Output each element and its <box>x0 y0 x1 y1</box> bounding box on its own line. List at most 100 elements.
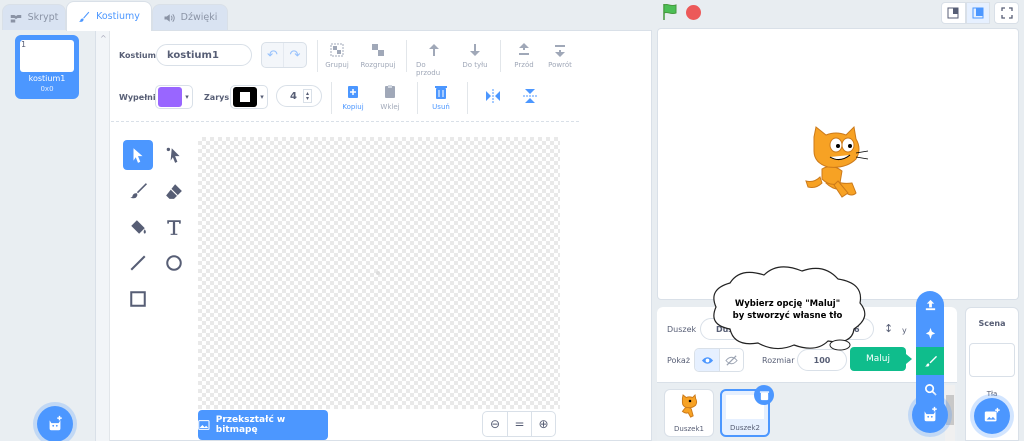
surprise-sprite-button[interactable] <box>916 319 944 347</box>
outline-width-input[interactable]: 4 ▴ ▾ <box>276 85 322 107</box>
convert-to-bitmap-label: Przekształć w bitmapę <box>215 415 286 435</box>
paste-button[interactable]: Wklej <box>377 84 403 111</box>
back-label: Powrót <box>548 61 572 69</box>
costume-item[interactable]: 1 kostium1 0x0 <box>15 35 79 99</box>
stage-thumbnail <box>969 343 1015 377</box>
reshape-icon <box>166 147 180 163</box>
brush-icon <box>924 355 937 367</box>
back-icon <box>555 45 565 57</box>
zoom-reset-button[interactable]: = <box>507 412 531 436</box>
undo-icon[interactable]: ↶ <box>262 43 284 67</box>
zoom-controls: ⊖ = ⊕ <box>482 411 556 437</box>
circle-tool[interactable] <box>159 248 189 278</box>
ungroup-button[interactable]: Rozgrupuj <box>360 42 396 69</box>
delete-button[interactable]: Usuń <box>428 84 454 111</box>
front-button[interactable]: Przód <box>511 42 537 69</box>
fill-label: Wypełnij <box>119 93 159 102</box>
stage-title: Scena <box>978 319 1006 328</box>
sprite-name-label: Duszek <box>667 325 697 334</box>
tab-code[interactable]: Skrypt <box>2 4 66 30</box>
flip-horizontal-button[interactable] <box>483 88 503 104</box>
eraser-tool[interactable] <box>159 176 189 206</box>
size-label: Rozmiar <box>762 356 795 365</box>
rectangle-tool[interactable] <box>123 284 153 314</box>
forward-icon <box>429 44 439 56</box>
convert-to-bitmap-button[interactable]: Przekształć w bitmapę <box>198 410 328 440</box>
reshape-tool[interactable] <box>159 140 189 170</box>
brush-tool[interactable] <box>123 176 153 206</box>
costume-number: 1 <box>21 40 27 49</box>
backward-button[interactable]: Do tyłu <box>460 42 490 69</box>
divider <box>406 40 407 72</box>
zoom-out-icon[interactable]: ⊖ <box>483 412 507 436</box>
tab-costumes-label: Kostiumy <box>96 11 140 22</box>
large-stage-button[interactable] <box>965 2 991 24</box>
stop-icon[interactable] <box>686 5 701 20</box>
flip-vertical-button[interactable] <box>520 88 540 104</box>
select-tool[interactable] <box>123 140 153 170</box>
rectangle-icon <box>130 291 146 307</box>
cat-sprite <box>805 125 869 198</box>
choose-backdrop-button[interactable] <box>974 398 1010 434</box>
costume-preview <box>20 40 74 72</box>
stage[interactable] <box>657 28 1019 300</box>
fill-tool[interactable] <box>123 212 153 242</box>
costume-name-input[interactable]: kostium1 <box>156 44 252 66</box>
flip-horizontal-icon <box>486 89 500 103</box>
zoom-in-icon[interactable]: ⊕ <box>531 412 555 436</box>
height-arrow-icon: ↕ <box>884 322 894 335</box>
eye-slash-icon <box>725 354 738 366</box>
editor-scrollbar[interactable] <box>96 30 110 441</box>
green-flag-icon[interactable] <box>661 3 679 21</box>
fill-color-picker[interactable]: ▾ <box>155 85 193 109</box>
hint-text: Wybierz opcję "Maluj" by stworzyć własne… <box>720 298 855 322</box>
image-icon <box>198 420 210 430</box>
choose-costume-button[interactable] <box>37 406 73 441</box>
backward-label: Do tyłu <box>462 61 488 69</box>
tab-costumes[interactable]: Kostiumy <box>66 1 152 31</box>
costume-name-label: Kostium <box>119 51 156 60</box>
show-label: Pokaż <box>667 356 691 365</box>
redo-icon[interactable]: ↷ <box>284 43 306 67</box>
paint-sprite-button[interactable] <box>916 347 944 375</box>
tab-code-label: Skrypt <box>27 12 59 23</box>
stepper-icon[interactable]: ▴ ▾ <box>302 89 312 103</box>
paint-bucket-icon <box>131 220 146 234</box>
delete-label: Usuń <box>432 103 450 111</box>
paint-canvas[interactable] <box>198 137 560 409</box>
cat-thumbnail <box>681 394 698 418</box>
upload-sprite-button[interactable] <box>916 291 944 319</box>
sprite-add-menu <box>916 291 944 406</box>
back-button[interactable]: Powrót <box>546 42 574 69</box>
backward-icon <box>470 44 480 56</box>
divider <box>417 82 418 114</box>
fullscreen-button[interactable] <box>994 2 1020 24</box>
chevron-down-icon: ▾ <box>185 93 189 101</box>
brush-icon <box>130 183 147 199</box>
small-stage-button[interactable] <box>941 2 966 24</box>
forward-label: Do przodu <box>416 61 441 77</box>
cat-plus-icon <box>924 406 937 422</box>
text-tool[interactable] <box>159 212 189 242</box>
paste-icon <box>385 85 395 98</box>
delete-sprite-button[interactable] <box>754 385 774 405</box>
brush-icon <box>78 11 90 22</box>
group-button[interactable]: Grupuj <box>325 42 349 69</box>
sprite-card-duszek1[interactable]: Duszek1 <box>664 389 714 437</box>
tab-sounds[interactable]: Dźwięki <box>152 4 228 30</box>
copy-icon <box>348 86 358 98</box>
large-stage-icon <box>972 7 984 19</box>
canvas-center-mark <box>376 271 380 275</box>
trash-icon <box>435 86 447 99</box>
choose-sprite-button[interactable] <box>912 397 948 433</box>
outline-color-picker[interactable]: ▾ <box>230 85 268 109</box>
line-tool[interactable] <box>123 248 153 278</box>
paint-tooltip: Maluj <box>850 347 912 371</box>
scroll-up-icon[interactable]: ^ <box>100 34 107 43</box>
forward-button[interactable]: Do przodu <box>416 42 452 77</box>
costume-name: kostium1 <box>28 74 66 83</box>
hint-line-1: Wybierz opcję "Maluj" <box>734 299 841 309</box>
paste-label: Wklej <box>380 103 400 111</box>
copy-button[interactable]: Kopiuj <box>338 84 368 111</box>
copy-label: Kopiuj <box>342 103 364 111</box>
